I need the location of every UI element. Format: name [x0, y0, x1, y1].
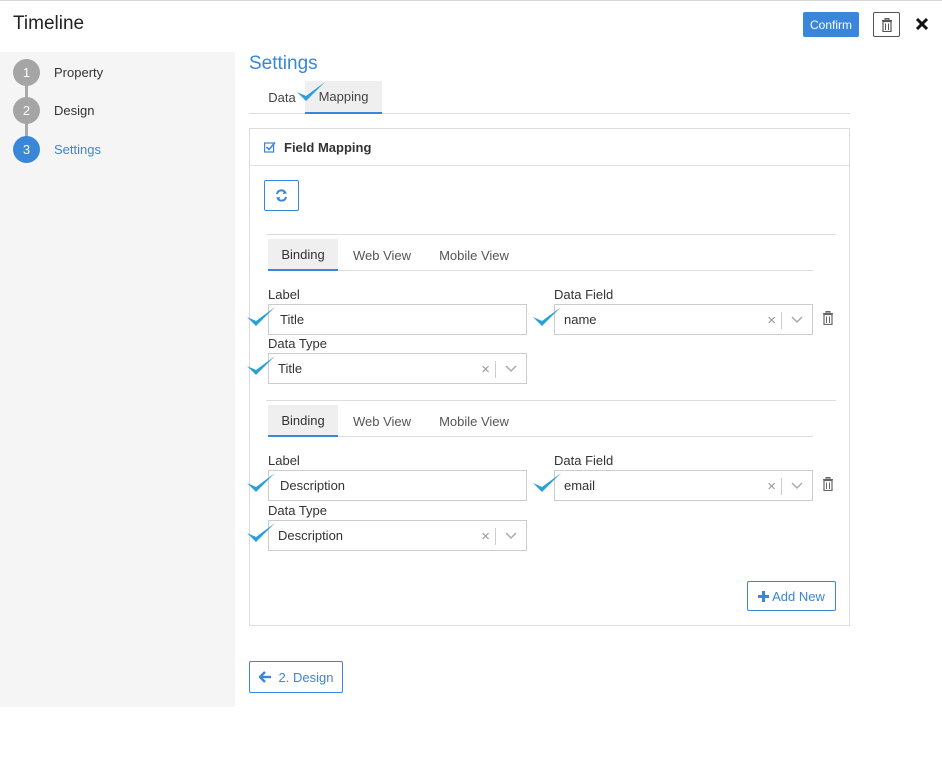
clear-icon[interactable]: × — [481, 361, 490, 378]
panel-header: Field Mapping — [250, 129, 849, 166]
data-type-select[interactable]: Title × — [268, 353, 527, 384]
data-field-select[interactable]: email × — [554, 470, 813, 501]
tab-web-view[interactable]: Web View — [343, 405, 421, 437]
tab-mobile-view[interactable]: Mobile View — [431, 239, 517, 271]
checkbox-icon — [264, 141, 276, 153]
chevron-down-icon[interactable] — [790, 480, 804, 492]
select-divider — [781, 478, 782, 495]
trash-icon — [881, 17, 892, 32]
chevron-down-icon[interactable] — [790, 314, 804, 326]
arrow-left-icon — [258, 671, 271, 683]
confirm-button[interactable]: Confirm — [803, 12, 859, 37]
label-input[interactable]: Description — [268, 470, 527, 501]
label-caption: Label — [268, 453, 300, 468]
settings-tabs: Data Mapping — [249, 81, 850, 114]
checkmark-icon — [247, 473, 275, 492]
step-property[interactable]: 1 Property — [13, 59, 103, 86]
data-type-caption: Data Type — [268, 336, 328, 351]
field-mapping-panel: Field Mapping Binding Web View Mobile Vi… — [249, 128, 850, 626]
data-type-value: Description — [278, 528, 344, 543]
plus-icon — [758, 590, 770, 602]
dialog-title: Timeline — [13, 13, 85, 34]
clear-icon[interactable]: × — [767, 478, 776, 495]
checkmark-icon — [247, 307, 275, 326]
wizard-sidebar: 1 Property 2 Design 3 Settings — [0, 52, 235, 707]
step-label: Property — [54, 65, 104, 80]
add-new-button[interactable]: Add New — [747, 581, 836, 611]
step-label: Settings — [54, 142, 101, 157]
step-number: 2 — [13, 97, 40, 124]
step-settings[interactable]: 3 Settings — [13, 136, 101, 163]
checkmark-icon — [533, 473, 561, 492]
delete-button[interactable] — [873, 12, 900, 37]
chevron-down-icon[interactable] — [504, 363, 518, 375]
select-divider — [495, 528, 496, 545]
checkmark-icon — [247, 356, 275, 375]
add-new-label: Add New — [772, 588, 825, 604]
panel-heading: Field Mapping — [284, 139, 372, 155]
top-border — [0, 0, 942, 1]
data-field-caption: Data Field — [554, 453, 614, 468]
checkmark-icon — [533, 307, 561, 326]
data-type-value: Title — [278, 361, 303, 376]
step-design[interactable]: 2 Design — [13, 97, 94, 124]
close-icon — [915, 17, 929, 31]
chevron-down-icon[interactable] — [504, 530, 518, 542]
data-field-select[interactable]: name × — [554, 304, 813, 335]
label-caption: Label — [268, 287, 300, 302]
close-button[interactable] — [913, 14, 931, 34]
select-divider — [781, 312, 782, 329]
label-input[interactable]: Title — [268, 304, 527, 335]
step-number: 3 — [13, 136, 40, 163]
mapping-subtabs: Binding Web View Mobile View — [268, 401, 813, 437]
trash-icon[interactable] — [822, 311, 834, 325]
step-number: 1 — [13, 59, 40, 86]
data-type-select[interactable]: Description × — [268, 520, 527, 551]
data-field-value: name — [564, 312, 597, 327]
back-to-design-button[interactable]: 2. Design — [249, 661, 343, 693]
section-title: Settings — [249, 53, 318, 74]
step-label: Design — [54, 103, 95, 118]
tab-web-view[interactable]: Web View — [343, 239, 421, 271]
data-field-caption: Data Field — [554, 287, 614, 302]
tab-binding[interactable]: Binding — [268, 405, 338, 437]
clear-icon[interactable]: × — [767, 312, 776, 329]
clear-icon[interactable]: × — [481, 528, 490, 545]
tab-mobile-view[interactable]: Mobile View — [431, 405, 517, 437]
data-field-value: email — [564, 478, 596, 493]
mapping-subtabs: Binding Web View Mobile View — [268, 235, 813, 271]
select-divider — [495, 361, 496, 378]
trash-icon[interactable] — [822, 477, 834, 491]
tab-binding[interactable]: Binding — [268, 239, 338, 271]
refresh-button[interactable] — [264, 180, 299, 211]
back-label: 2. Design — [278, 669, 334, 685]
checkmark-icon — [297, 82, 325, 101]
data-type-caption: Data Type — [268, 503, 328, 518]
checkmark-icon — [247, 523, 275, 542]
refresh-icon — [276, 189, 287, 202]
